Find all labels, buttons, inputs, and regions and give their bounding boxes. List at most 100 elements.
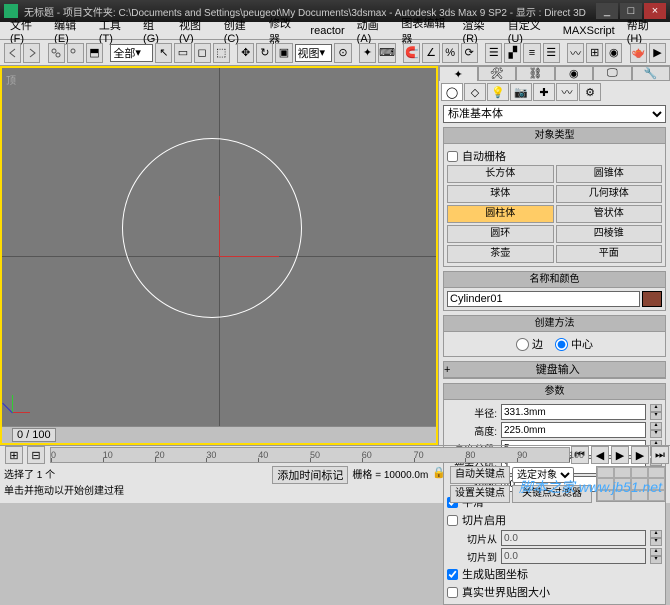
slice-on-checkbox[interactable] [447, 515, 458, 526]
real-world-checkbox[interactable] [447, 587, 458, 598]
viewport-nav-controls[interactable] [596, 466, 666, 502]
gizmo-x-axis[interactable] [219, 256, 279, 257]
key-filters-button[interactable]: 关键点过滤器 [512, 485, 592, 503]
select-button[interactable]: ↖ [155, 43, 172, 63]
edge-radio[interactable] [516, 338, 529, 351]
rollout-creation-method[interactable]: 创建方法 [444, 316, 665, 332]
spinner-snap-button[interactable]: ⟳ [461, 43, 478, 63]
layer-button[interactable]: ☰ [543, 43, 560, 63]
select-window-button[interactable]: ⬚ [213, 43, 230, 63]
move-button[interactable]: ✥ [237, 43, 254, 63]
unlink-button[interactable] [67, 43, 84, 63]
material-editor-button[interactable]: ◉ [605, 43, 622, 63]
align-button[interactable]: ≡ [523, 43, 540, 63]
auto-grid-checkbox[interactable] [447, 151, 458, 162]
height-input[interactable] [501, 422, 646, 438]
angle-snap-button[interactable]: ∠ [422, 43, 439, 63]
create-tab[interactable]: ✦ [439, 66, 478, 81]
rollout-keyboard-entry[interactable]: +键盘输入 [444, 362, 665, 378]
cameras-subtab[interactable]: 📷 [510, 83, 532, 101]
geosphere-button[interactable]: 几何球体 [556, 185, 663, 203]
menu-tools[interactable]: 工具(T) [93, 17, 137, 45]
sphere-button[interactable]: 球体 [447, 185, 554, 203]
radius-spinner[interactable]: ▴▾ [650, 404, 662, 420]
prev-frame-button[interactable]: ◀ [591, 446, 609, 464]
category-dropdown[interactable]: 标准基本体 [443, 105, 666, 123]
rotate-button[interactable]: ↻ [256, 43, 273, 63]
menu-create[interactable]: 创建(C) [218, 17, 263, 45]
helpers-subtab[interactable]: ✚ [533, 83, 555, 101]
keyboard-shortcut-button[interactable]: ⌨ [378, 43, 396, 63]
gizmo-y-axis[interactable] [219, 196, 220, 256]
key-target-dropdown[interactable]: 选定对象 [512, 467, 574, 483]
menu-views[interactable]: 视图(V) [173, 17, 218, 45]
named-selection-button[interactable]: ☰ [485, 43, 502, 63]
percent-snap-button[interactable]: % [442, 43, 459, 63]
center-radio[interactable] [555, 338, 568, 351]
torus-button[interactable]: 圆环 [447, 225, 554, 243]
geometry-subtab[interactable]: ◯ [441, 83, 463, 101]
scale-button[interactable]: ▣ [275, 43, 292, 63]
play-button[interactable]: ▶ [611, 446, 629, 464]
shapes-subtab[interactable]: ◇ [464, 83, 486, 101]
pyramid-button[interactable]: 四棱锥 [556, 225, 663, 243]
selection-filter-dropdown[interactable]: 全部▾ [110, 44, 153, 62]
color-swatch[interactable] [642, 291, 662, 307]
lock-button[interactable]: 🔒 [432, 466, 446, 479]
timeline-ruler[interactable]: 0102030405060708090100 [50, 447, 570, 463]
menu-rendering[interactable]: 渲染(R) [456, 17, 501, 45]
menu-reactor[interactable]: reactor [304, 25, 350, 37]
select-rect-button[interactable]: ◻ [194, 43, 211, 63]
reference-coord-dropdown[interactable]: 视图▾ [295, 44, 333, 62]
timeline-config2-button[interactable]: ⊟ [27, 446, 45, 464]
timeline-config-button[interactable]: ⊞ [5, 446, 23, 464]
select-name-button[interactable]: ▭ [174, 43, 191, 63]
menu-help[interactable]: 帮助(H) [621, 17, 666, 45]
next-frame-button[interactable]: ▶ [631, 446, 649, 464]
curve-editor-button[interactable]: 〰 [567, 43, 584, 63]
cone-button[interactable]: 圆锥体 [556, 165, 663, 183]
menu-customize[interactable]: 自定义(U) [502, 17, 557, 45]
mirror-button[interactable]: ▞ [504, 43, 521, 63]
time-slider-range[interactable]: 0 / 100 [12, 428, 56, 442]
modify-tab[interactable]: 🛠 [478, 66, 517, 81]
pivot-button[interactable]: ⊙ [334, 43, 351, 63]
utilities-tab[interactable]: 🔧 [632, 66, 670, 81]
schematic-button[interactable]: ⊞ [586, 43, 603, 63]
radius-input[interactable] [501, 404, 646, 420]
lights-subtab[interactable]: 💡 [487, 83, 509, 101]
teapot-button[interactable]: 茶壶 [447, 245, 554, 263]
cylinder-wireframe[interactable] [122, 138, 302, 318]
menu-edit[interactable]: 编辑(E) [48, 17, 93, 45]
menu-animation[interactable]: 动画(A) [351, 17, 396, 45]
height-spinner[interactable]: ▴▾ [650, 422, 662, 438]
render-button[interactable]: ▶ [649, 43, 666, 63]
box-button[interactable]: 长方体 [447, 165, 554, 183]
set-key-button[interactable]: 设置关键点 [450, 485, 510, 503]
viewport-top[interactable]: 顶 0 / 100 [0, 66, 438, 445]
cylinder-button[interactable]: 圆柱体 [447, 205, 554, 223]
display-tab[interactable]: 🖵 [593, 66, 632, 81]
tube-button[interactable]: 管状体 [556, 205, 663, 223]
menu-file[interactable]: 文件(F) [4, 17, 48, 45]
goto-end-button[interactable]: ⏭ [651, 446, 669, 464]
motion-tab[interactable]: ◉ [555, 66, 594, 81]
render-scene-button[interactable]: 🫖 [630, 43, 647, 63]
systems-subtab[interactable]: ⚙ [579, 83, 601, 101]
redo-button[interactable] [23, 43, 40, 63]
menu-maxscript[interactable]: MAXScript [557, 25, 621, 37]
spacewarps-subtab[interactable]: 〰 [556, 83, 578, 101]
viewport-scrollbar[interactable]: 0 / 100 [2, 426, 436, 443]
auto-key-button[interactable]: 自动关键点 [450, 466, 510, 484]
bind-button[interactable]: ⬒ [86, 43, 103, 63]
add-time-tag-button[interactable]: 添加时间标记 [272, 466, 348, 484]
rollout-object-type[interactable]: 对象类型 [444, 128, 665, 144]
gen-coords-checkbox[interactable] [447, 569, 458, 580]
minimize-button[interactable]: _ [596, 3, 618, 19]
plane-button[interactable]: 平面 [556, 245, 663, 263]
menu-group[interactable]: 组(G) [137, 17, 173, 45]
rollout-parameters[interactable]: 参数 [444, 384, 665, 400]
link-button[interactable] [48, 43, 65, 63]
rollout-name-color[interactable]: 名称和颜色 [444, 272, 665, 288]
undo-button[interactable] [4, 43, 21, 63]
